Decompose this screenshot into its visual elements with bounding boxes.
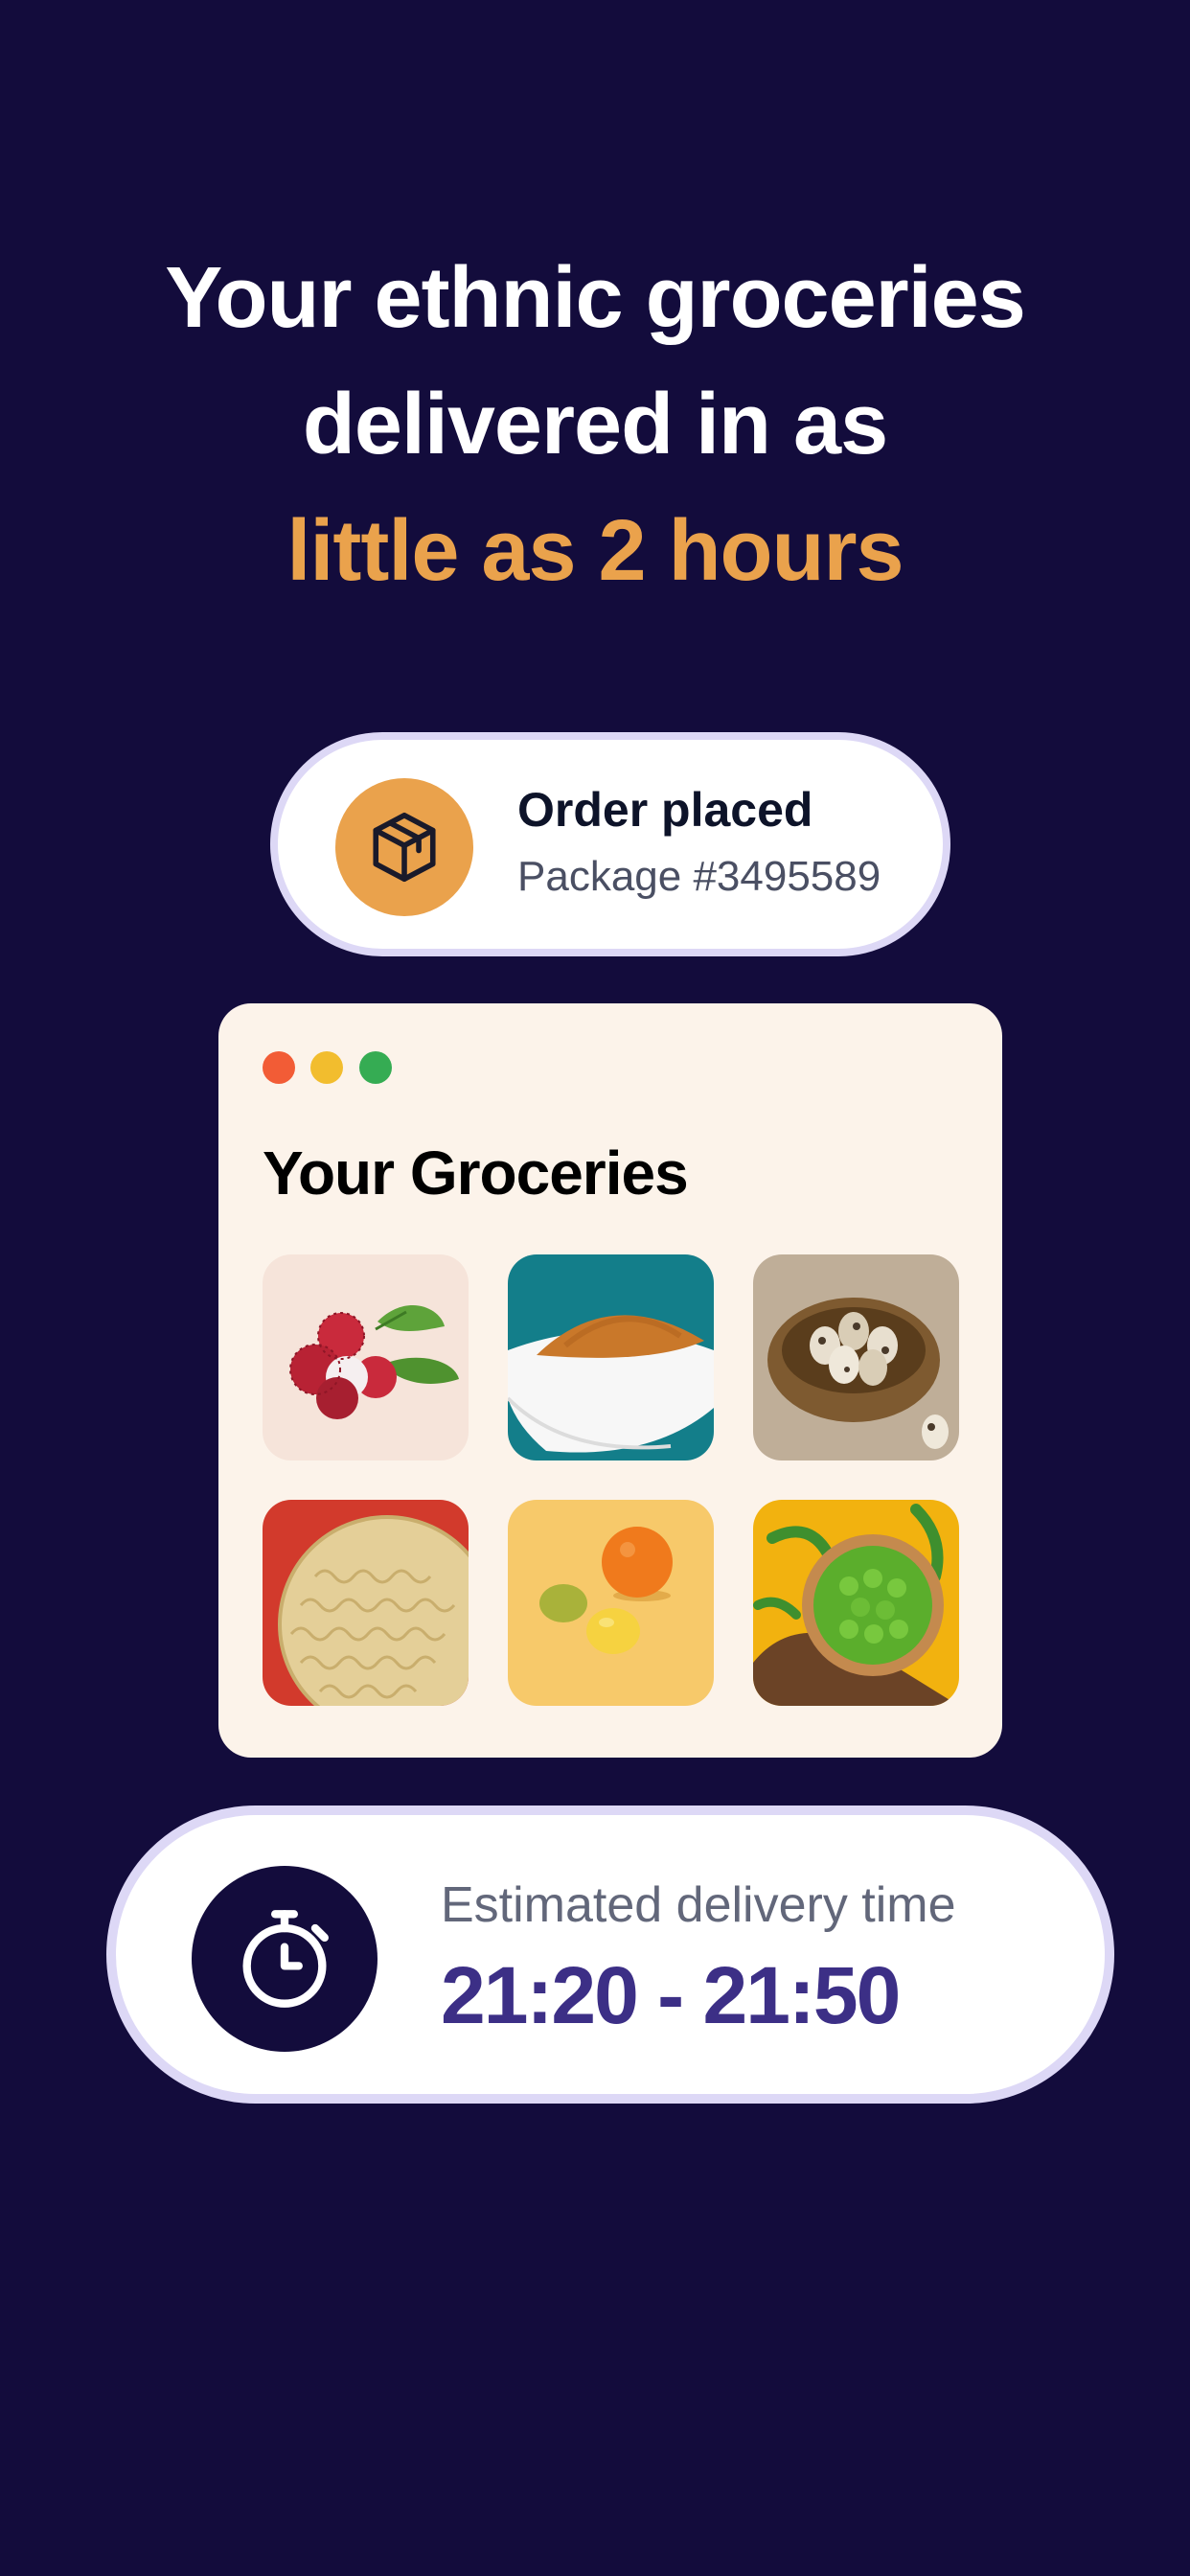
delivery-estimate-card: Estimated delivery time 21:20 - 21:50 — [106, 1806, 1114, 2104]
window-dot-red — [263, 1051, 295, 1084]
grocery-item-lychee[interactable] — [263, 1254, 469, 1460]
package-number: Package #3495589 — [517, 853, 881, 900]
hero-headline: Your ethnic groceries delivered in as li… — [0, 235, 1190, 614]
grocery-item-peas[interactable] — [753, 1500, 959, 1706]
headline-highlight: little as 2 hours — [286, 503, 904, 599]
delivery-time-window: 21:20 - 21:50 — [441, 1950, 901, 2040]
window-dot-yellow — [310, 1051, 343, 1084]
delivery-label: Estimated delivery time — [441, 1877, 956, 1933]
grocery-item-noodles[interactable] — [263, 1500, 469, 1706]
window-dot-green — [359, 1051, 392, 1084]
grocery-item-citrus[interactable] — [508, 1500, 714, 1706]
grocery-item-quail-eggs[interactable] — [753, 1254, 959, 1460]
groceries-card: Your Groceries — [218, 1003, 1002, 1758]
headline-line-2: delivered in as — [302, 377, 888, 472]
stopwatch-icon — [192, 1866, 378, 2052]
order-status-title: Order placed — [517, 783, 813, 837]
package-box-icon — [335, 778, 473, 916]
order-status-card: Order placed Package #3495589 — [270, 732, 950, 956]
groceries-title: Your Groceries — [263, 1138, 689, 1208]
headline-line-1: Your ethnic groceries — [165, 250, 1026, 346]
grocery-item-spice[interactable] — [508, 1254, 714, 1460]
